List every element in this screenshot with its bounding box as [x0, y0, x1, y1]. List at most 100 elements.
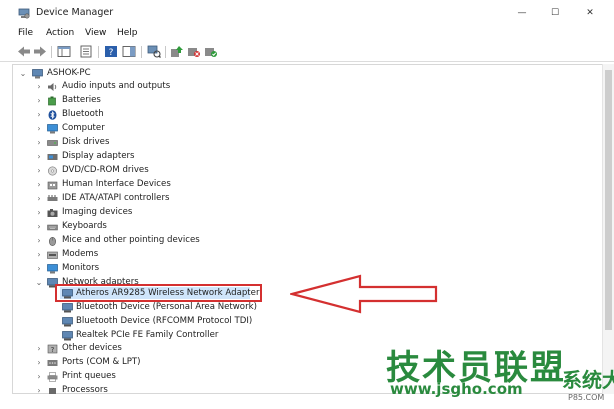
- close-icon: ✕: [586, 8, 594, 18]
- update-driver-icon[interactable]: [170, 45, 184, 58]
- window-title: Device Manager: [36, 7, 114, 18]
- category-label: Print queues: [62, 371, 116, 381]
- category-label: Display adapters: [62, 151, 135, 161]
- tree-category-row[interactable]: › Bluetooth: [34, 108, 234, 121]
- forward-arrow-icon[interactable]: [33, 45, 47, 58]
- modem-icon: [47, 251, 58, 259]
- tree-category-row[interactable]: › Print queues: [34, 370, 234, 383]
- chevron-down-icon[interactable]: ⌄: [34, 276, 44, 289]
- tree-category-row[interactable]: › Batteries: [34, 94, 234, 107]
- toolbar-separator: [98, 46, 99, 58]
- chevron-right-icon[interactable]: ›: [34, 164, 44, 177]
- category-label: Modems: [62, 249, 99, 259]
- network-adapter-icon: [62, 303, 73, 313]
- chevron-right-icon[interactable]: ›: [34, 234, 44, 247]
- minimize-button[interactable]: —: [510, 4, 534, 22]
- camera-icon: [47, 209, 58, 217]
- chevron-down-icon[interactable]: ⌄: [18, 67, 28, 80]
- category-label: Processors: [62, 385, 108, 394]
- tree-category-row[interactable]: › Ports (COM & LPT): [34, 356, 234, 369]
- chevron-right-icon[interactable]: ›: [34, 94, 44, 107]
- computer-scan-icon[interactable]: [147, 45, 161, 58]
- chevron-right-icon[interactable]: ›: [34, 220, 44, 233]
- monitor-icon: [47, 124, 58, 134]
- chevron-right-icon[interactable]: ›: [34, 192, 44, 205]
- tree-category-row[interactable]: › Modems: [34, 248, 234, 261]
- menu-help[interactable]: Help: [117, 28, 138, 38]
- tree-category-row[interactable]: › IDE ATA/ATAPI controllers: [34, 192, 234, 205]
- device-row[interactable]: Bluetooth Device (Personal Area Network): [60, 301, 280, 314]
- category-label: Other devices: [62, 343, 122, 353]
- chevron-right-icon[interactable]: ›: [34, 262, 44, 275]
- bluetooth-icon: [48, 110, 57, 120]
- maximize-button[interactable]: ☐: [543, 4, 567, 22]
- tree-category-row[interactable]: › Processors: [34, 384, 234, 394]
- category-label: IDE ATA/ATAPI controllers: [62, 193, 170, 203]
- tree-category-row[interactable]: › Mice and other pointing devices: [34, 234, 234, 247]
- menu-view[interactable]: View: [85, 28, 106, 38]
- help-icon[interactable]: ?: [104, 45, 118, 58]
- disable-device-icon[interactable]: [187, 45, 201, 58]
- toolbar-separator: [141, 46, 142, 58]
- device-label: Bluetooth Device (Personal Area Network): [76, 302, 257, 312]
- minimize-icon: —: [517, 8, 527, 18]
- chevron-right-icon[interactable]: ›: [34, 178, 44, 191]
- toolbar-separator: [51, 46, 52, 58]
- tree-root-row[interactable]: ⌄ ASHOK-PC: [18, 67, 178, 80]
- close-button[interactable]: ✕: [578, 4, 602, 22]
- uninstall-device-icon[interactable]: [204, 45, 218, 58]
- vertical-scrollbar[interactable]: [602, 64, 614, 394]
- other-devices-icon: ?: [47, 344, 58, 354]
- chevron-right-icon[interactable]: ›: [34, 342, 44, 355]
- chevron-right-icon[interactable]: ›: [34, 80, 44, 93]
- watermark-extra: 系统大全: [562, 368, 614, 392]
- category-label: Human Interface Devices: [62, 179, 171, 189]
- svg-text:?: ?: [109, 48, 114, 58]
- back-arrow-icon[interactable]: [17, 45, 31, 58]
- tree-category-row[interactable]: › Human Interface Devices: [34, 178, 234, 191]
- chevron-right-icon[interactable]: ›: [34, 108, 44, 121]
- tree-category-row[interactable]: › Display adapters: [34, 150, 234, 163]
- tree-category-row[interactable]: › Imaging devices: [34, 206, 234, 219]
- tree-category-row[interactable]: › Monitors: [34, 262, 234, 275]
- title-bar: Device Manager — ☐ ✕: [0, 0, 614, 26]
- category-label: Bluetooth: [62, 109, 104, 119]
- device-row[interactable]: Bluetooth Device (RFCOMM Protocol TDI): [60, 315, 280, 328]
- menu-action[interactable]: Action: [46, 28, 74, 38]
- chevron-right-icon[interactable]: ›: [34, 206, 44, 219]
- network-adapter-icon: [62, 317, 73, 327]
- tree-category-row[interactable]: › Keyboards: [34, 220, 234, 233]
- tree-category-row[interactable]: › Audio inputs and outputs: [34, 80, 234, 93]
- scrollbar-thumb[interactable]: [605, 70, 612, 330]
- show-hide-console-tree-icon[interactable]: [57, 45, 71, 58]
- chevron-right-icon[interactable]: ›: [34, 122, 44, 135]
- chevron-right-icon[interactable]: ›: [34, 150, 44, 163]
- device-row[interactable]: Realtek PCIe FE Family Controller: [60, 329, 280, 342]
- chevron-right-icon[interactable]: ›: [34, 370, 44, 383]
- processor-icon: [49, 388, 56, 394]
- properties-icon[interactable]: [79, 45, 93, 58]
- tree-category-row[interactable]: › DVD/CD-ROM drives: [34, 164, 234, 177]
- toolbar-separator: [165, 46, 166, 58]
- tree-category-row[interactable]: › ? Other devices: [34, 342, 234, 355]
- tree-category-row[interactable]: › Computer: [34, 122, 234, 135]
- svg-text:?: ?: [51, 346, 55, 354]
- category-label: Monitors: [62, 263, 100, 273]
- tree-category-row[interactable]: › Disk drives: [34, 136, 234, 149]
- chevron-right-icon[interactable]: ›: [34, 136, 44, 149]
- monitor-icon: [47, 264, 58, 274]
- device-label: Bluetooth Device (RFCOMM Protocol TDI): [76, 316, 253, 326]
- category-label: Ports (COM & LPT): [62, 357, 141, 367]
- chevron-right-icon[interactable]: ›: [34, 384, 44, 394]
- action-pane-icon[interactable]: [122, 45, 136, 58]
- category-label: Batteries: [62, 95, 101, 105]
- category-label: Keyboards: [62, 221, 107, 231]
- chevron-right-icon[interactable]: ›: [34, 248, 44, 261]
- device-label: Realtek PCIe FE Family Controller: [76, 330, 219, 340]
- category-label: Audio inputs and outputs: [62, 81, 171, 91]
- toolbar: ?: [0, 42, 614, 62]
- dvd-drive-icon: [48, 166, 57, 176]
- chevron-right-icon[interactable]: ›: [34, 356, 44, 369]
- category-label: DVD/CD-ROM drives: [62, 165, 149, 175]
- menu-file[interactable]: File: [18, 28, 33, 38]
